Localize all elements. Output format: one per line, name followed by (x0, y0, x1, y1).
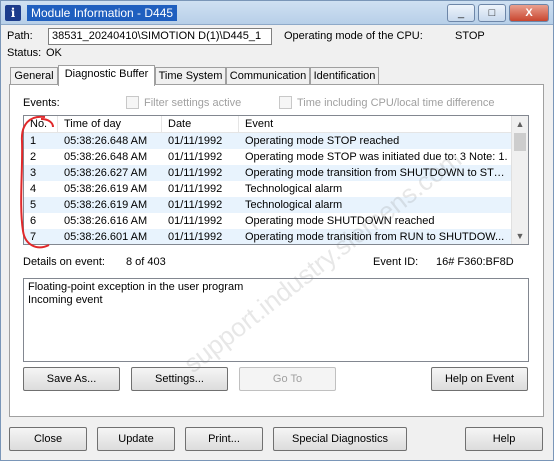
scroll-up-icon[interactable]: ▲ (512, 116, 528, 132)
title-bar[interactable]: i Module Information - D445 _ □ X (1, 1, 553, 25)
cell-no: 6 (30, 215, 37, 227)
cpu-mode-value: STOP (455, 30, 485, 42)
events-table[interactable]: No. Time of day Date Event 1 05:38:26.648… (23, 115, 529, 245)
cell-no: 2 (30, 151, 37, 163)
cell-event: Technological alarm (245, 199, 343, 211)
events-table-body: 1 05:38:26.648 AM 01/11/1992 Operating mode… (24, 133, 512, 244)
column-header-date[interactable]: Date (162, 116, 239, 133)
cell-event: Operating mode transition from RUN to SH… (245, 231, 505, 243)
help-on-event-button[interactable]: Help on Event (431, 367, 528, 391)
scroll-thumb[interactable] (514, 133, 526, 151)
cell-time: 05:38:26.616 AM (64, 215, 148, 227)
cell-no: 4 (30, 183, 37, 195)
cell-no: 1 (30, 135, 37, 147)
cell-event: Operating mode SHUTDOWN reached (245, 215, 435, 227)
event-details-text[interactable]: Floating-point exception in the user pro… (23, 278, 529, 362)
table-row[interactable]: 2 05:38:26.648 AM 01/11/1992 Operating mode… (24, 149, 512, 165)
cell-no: 3 (30, 167, 37, 179)
tab-identification[interactable]: Identification (310, 67, 379, 85)
scroll-down-icon[interactable]: ▼ (512, 228, 528, 244)
filter-settings-label: Filter settings active (144, 97, 242, 109)
go-to-button[interactable]: Go To (239, 367, 336, 391)
local-time-checkbox[interactable] (279, 96, 292, 109)
cell-date: 01/11/1992 (168, 167, 223, 179)
close-window-button[interactable]: X (509, 4, 549, 22)
details-position: 8 of 403 (126, 256, 166, 268)
column-header-time[interactable]: Time of day (58, 116, 162, 133)
cell-time: 05:38:26.619 AM (64, 199, 148, 211)
module-information-window: i Module Information - D445 _ □ X Path: … (0, 0, 554, 461)
table-row[interactable]: 4 05:38:26.619 AM 01/11/1992 Technological … (24, 181, 512, 197)
cell-event: Operating mode transition from SHUTDOWN … (245, 167, 509, 179)
cell-date: 01/11/1992 (168, 215, 223, 227)
cell-time: 05:38:26.619 AM (64, 183, 148, 195)
cell-date: 01/11/1992 (168, 135, 223, 147)
events-table-header: No. Time of day Date Event (24, 116, 512, 133)
help-button[interactable]: Help (465, 427, 543, 451)
minimize-button[interactable]: _ (447, 4, 475, 22)
cell-date: 01/11/1992 (168, 199, 223, 211)
print-button[interactable]: Print... (185, 427, 263, 451)
event-id-value: 16# F360:BF8D (436, 256, 514, 268)
cell-time: 05:38:26.627 AM (64, 167, 148, 179)
settings-button[interactable]: Settings... (131, 367, 228, 391)
close-button[interactable]: Close (9, 427, 87, 451)
column-header-no[interactable]: No. (24, 116, 58, 133)
window-title: Module Information - D445 (27, 5, 178, 21)
cell-date: 01/11/1992 (168, 231, 223, 243)
cell-event: Operating mode STOP was initiated due to… (245, 151, 508, 163)
cell-time: 05:38:26.648 AM (64, 151, 148, 163)
event-id-label: Event ID: (373, 256, 419, 268)
details-line: Floating-point exception in the user pro… (28, 281, 244, 293)
table-row[interactable]: 1 05:38:26.648 AM 01/11/1992 Operating mode… (24, 133, 512, 149)
cell-event: Technological alarm (245, 183, 343, 195)
maximize-button[interactable]: □ (478, 4, 506, 22)
cpu-mode-label: Operating mode of the CPU: (284, 30, 423, 42)
cell-time: 05:38:26.648 AM (64, 135, 148, 147)
filter-settings-checkbox[interactable] (126, 96, 139, 109)
table-row[interactable]: 6 05:38:26.616 AM 01/11/1992 Operating mode… (24, 213, 512, 229)
tab-communication[interactable]: Communication (226, 67, 310, 85)
local-time-label: Time including CPU/local time difference (297, 97, 495, 109)
column-header-event[interactable]: Event (239, 116, 512, 133)
cell-date: 01/11/1992 (168, 183, 223, 195)
status-value: OK (46, 47, 62, 59)
table-row[interactable]: 3 05:38:26.627 AM 01/11/1992 Operating mode… (24, 165, 512, 181)
update-button[interactable]: Update (97, 427, 175, 451)
details-line: Incoming event (28, 294, 103, 306)
path-label: Path: (7, 30, 33, 42)
cell-no: 7 (30, 231, 37, 243)
path-field[interactable]: 38531_20240410\SIMOTION D(1)\D445_1 (48, 28, 272, 45)
cell-time: 05:38:26.601 AM (64, 231, 148, 243)
cell-date: 01/11/1992 (168, 151, 223, 163)
details-label: Details on event: (23, 256, 105, 268)
special-diagnostics-button[interactable]: Special Diagnostics (273, 427, 407, 451)
tab-general[interactable]: General (10, 67, 58, 85)
tab-time-system[interactable]: Time System (155, 67, 226, 85)
events-label: Events: (23, 97, 60, 109)
table-row[interactable]: 7 05:38:26.601 AM 01/11/1992 Operating mode… (24, 229, 512, 244)
status-label: Status: (7, 47, 42, 59)
tab-diagnostic-buffer[interactable]: Diagnostic Buffer (58, 65, 155, 86)
events-scrollbar[interactable]: ▲ ▼ (511, 116, 528, 244)
table-row[interactable]: 5 05:38:26.619 AM 01/11/1992 Technological … (24, 197, 512, 213)
cell-no: 5 (30, 199, 37, 211)
info-icon: i (5, 5, 21, 21)
save-as-button[interactable]: Save As... (23, 367, 120, 391)
cell-event: Operating mode STOP reached (245, 135, 400, 147)
